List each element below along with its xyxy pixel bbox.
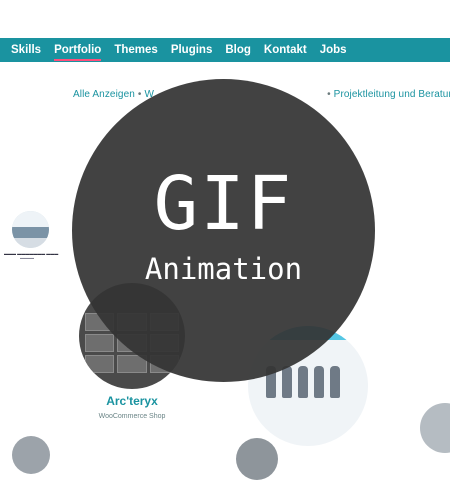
nav-item-plugins[interactable]: Plugins xyxy=(171,44,213,56)
nav-menu: Skills Portfolio Themes Plugins Blog Kon… xyxy=(0,38,450,62)
nav-item-kontakt[interactable]: Kontakt xyxy=(264,44,307,56)
product-figure xyxy=(282,366,292,398)
product-figure xyxy=(314,366,324,398)
overlay-title: GIF xyxy=(153,161,294,247)
portfolio-subtitle-arcteryx: WooCommerce Shop xyxy=(98,413,166,420)
product-figure xyxy=(298,366,308,398)
grid-cell xyxy=(85,334,115,352)
portfolio-thumbnail-bottom-middle[interactable] xyxy=(236,438,278,480)
portfolio-title-arcteryx[interactable]: Arc'teryx xyxy=(82,394,182,408)
thumbnail-sky xyxy=(12,211,49,227)
product-figure xyxy=(330,366,340,398)
thumbnail-ground xyxy=(12,237,49,248)
nav-item-skills[interactable]: Skills xyxy=(11,44,41,56)
filter-separator: • xyxy=(327,89,331,100)
overlay-subtitle: Animation xyxy=(144,252,303,286)
portfolio-thumbnail-small[interactable] xyxy=(12,211,49,248)
thumbnail-subcaption-illegible: ▬▬▬▬ xyxy=(20,256,34,260)
filter-consulting[interactable]: Projektleitung und Beratung xyxy=(334,89,450,100)
filter-show-all[interactable]: Alle Anzeigen xyxy=(73,89,135,100)
portfolio-thumbnail-bottom-right[interactable] xyxy=(420,403,450,453)
nav-item-jobs[interactable]: Jobs xyxy=(320,44,347,56)
portfolio-thumbnail-bottom-left[interactable] xyxy=(12,436,50,474)
filter-separator: • xyxy=(137,89,142,100)
nav-item-blog[interactable]: Blog xyxy=(225,44,251,56)
grid-cell xyxy=(85,355,115,373)
nav-item-themes[interactable]: Themes xyxy=(114,44,157,56)
thumbnail-mountain xyxy=(12,226,49,238)
nav-item-portfolio[interactable]: Portfolio xyxy=(54,44,102,61)
main-navigation: Skills Portfolio Themes Plugins Blog Kon… xyxy=(0,38,450,62)
